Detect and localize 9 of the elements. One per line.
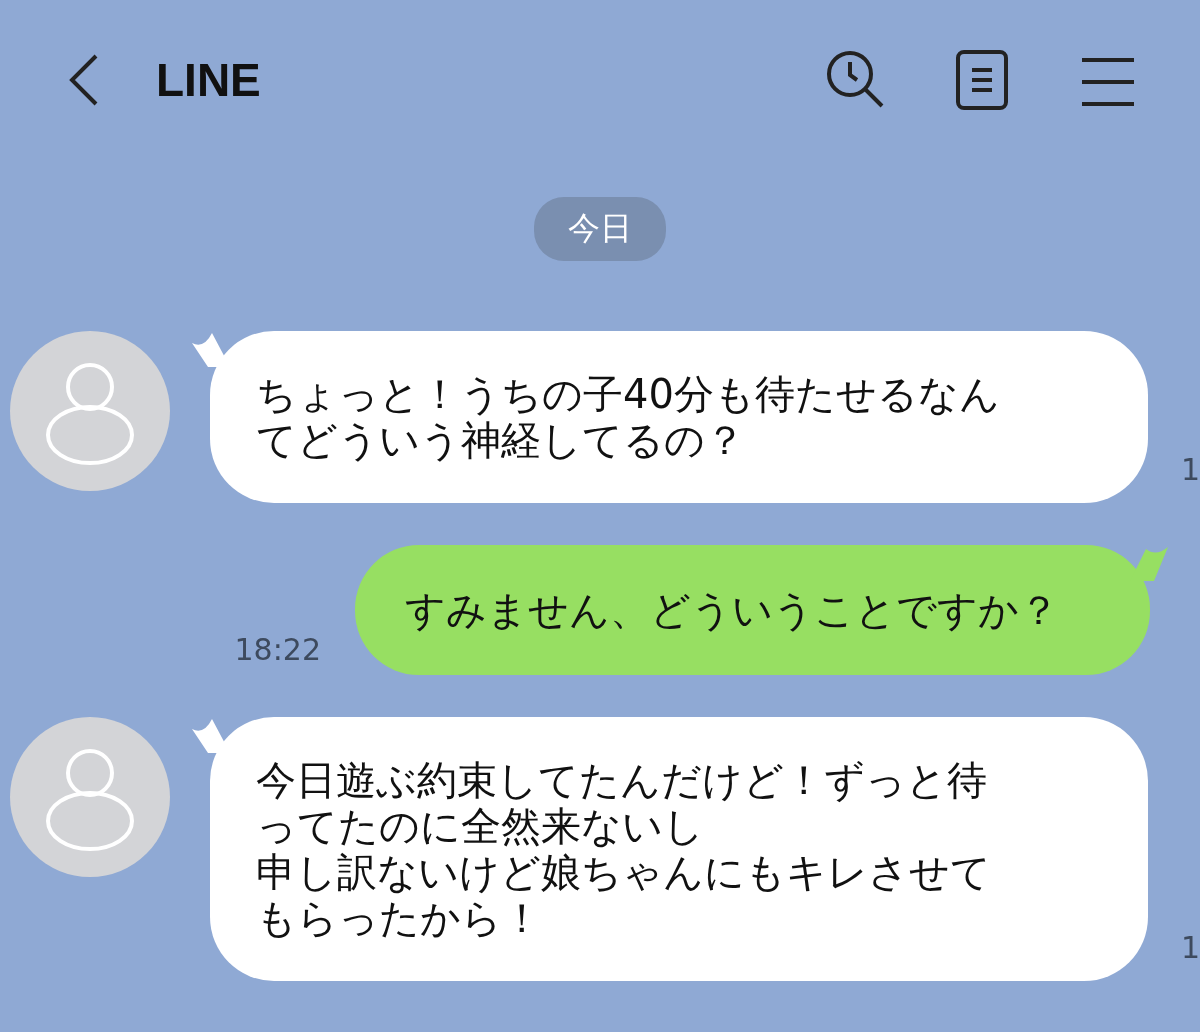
message-text: 申し訳ないけど娘ちゃんにもキレさせてもらったから！ bbox=[256, 849, 992, 941]
date-label: 今日 bbox=[534, 197, 666, 261]
message-time: 1 bbox=[1180, 930, 1200, 965]
message-text: ちょっと！うちの子40分も待たせるなんてどういう神経してるの？ bbox=[256, 371, 1001, 463]
message-time: 1 bbox=[1180, 452, 1200, 487]
message-time: 18:22 bbox=[234, 632, 321, 667]
message-text: すみません、どういうことですか？ bbox=[405, 587, 1060, 633]
chat-title: LINE bbox=[156, 53, 262, 107]
message-text: 今日遊ぶ約束してたんだけど！ずっと待ってたのに全然来ないし bbox=[256, 757, 988, 849]
